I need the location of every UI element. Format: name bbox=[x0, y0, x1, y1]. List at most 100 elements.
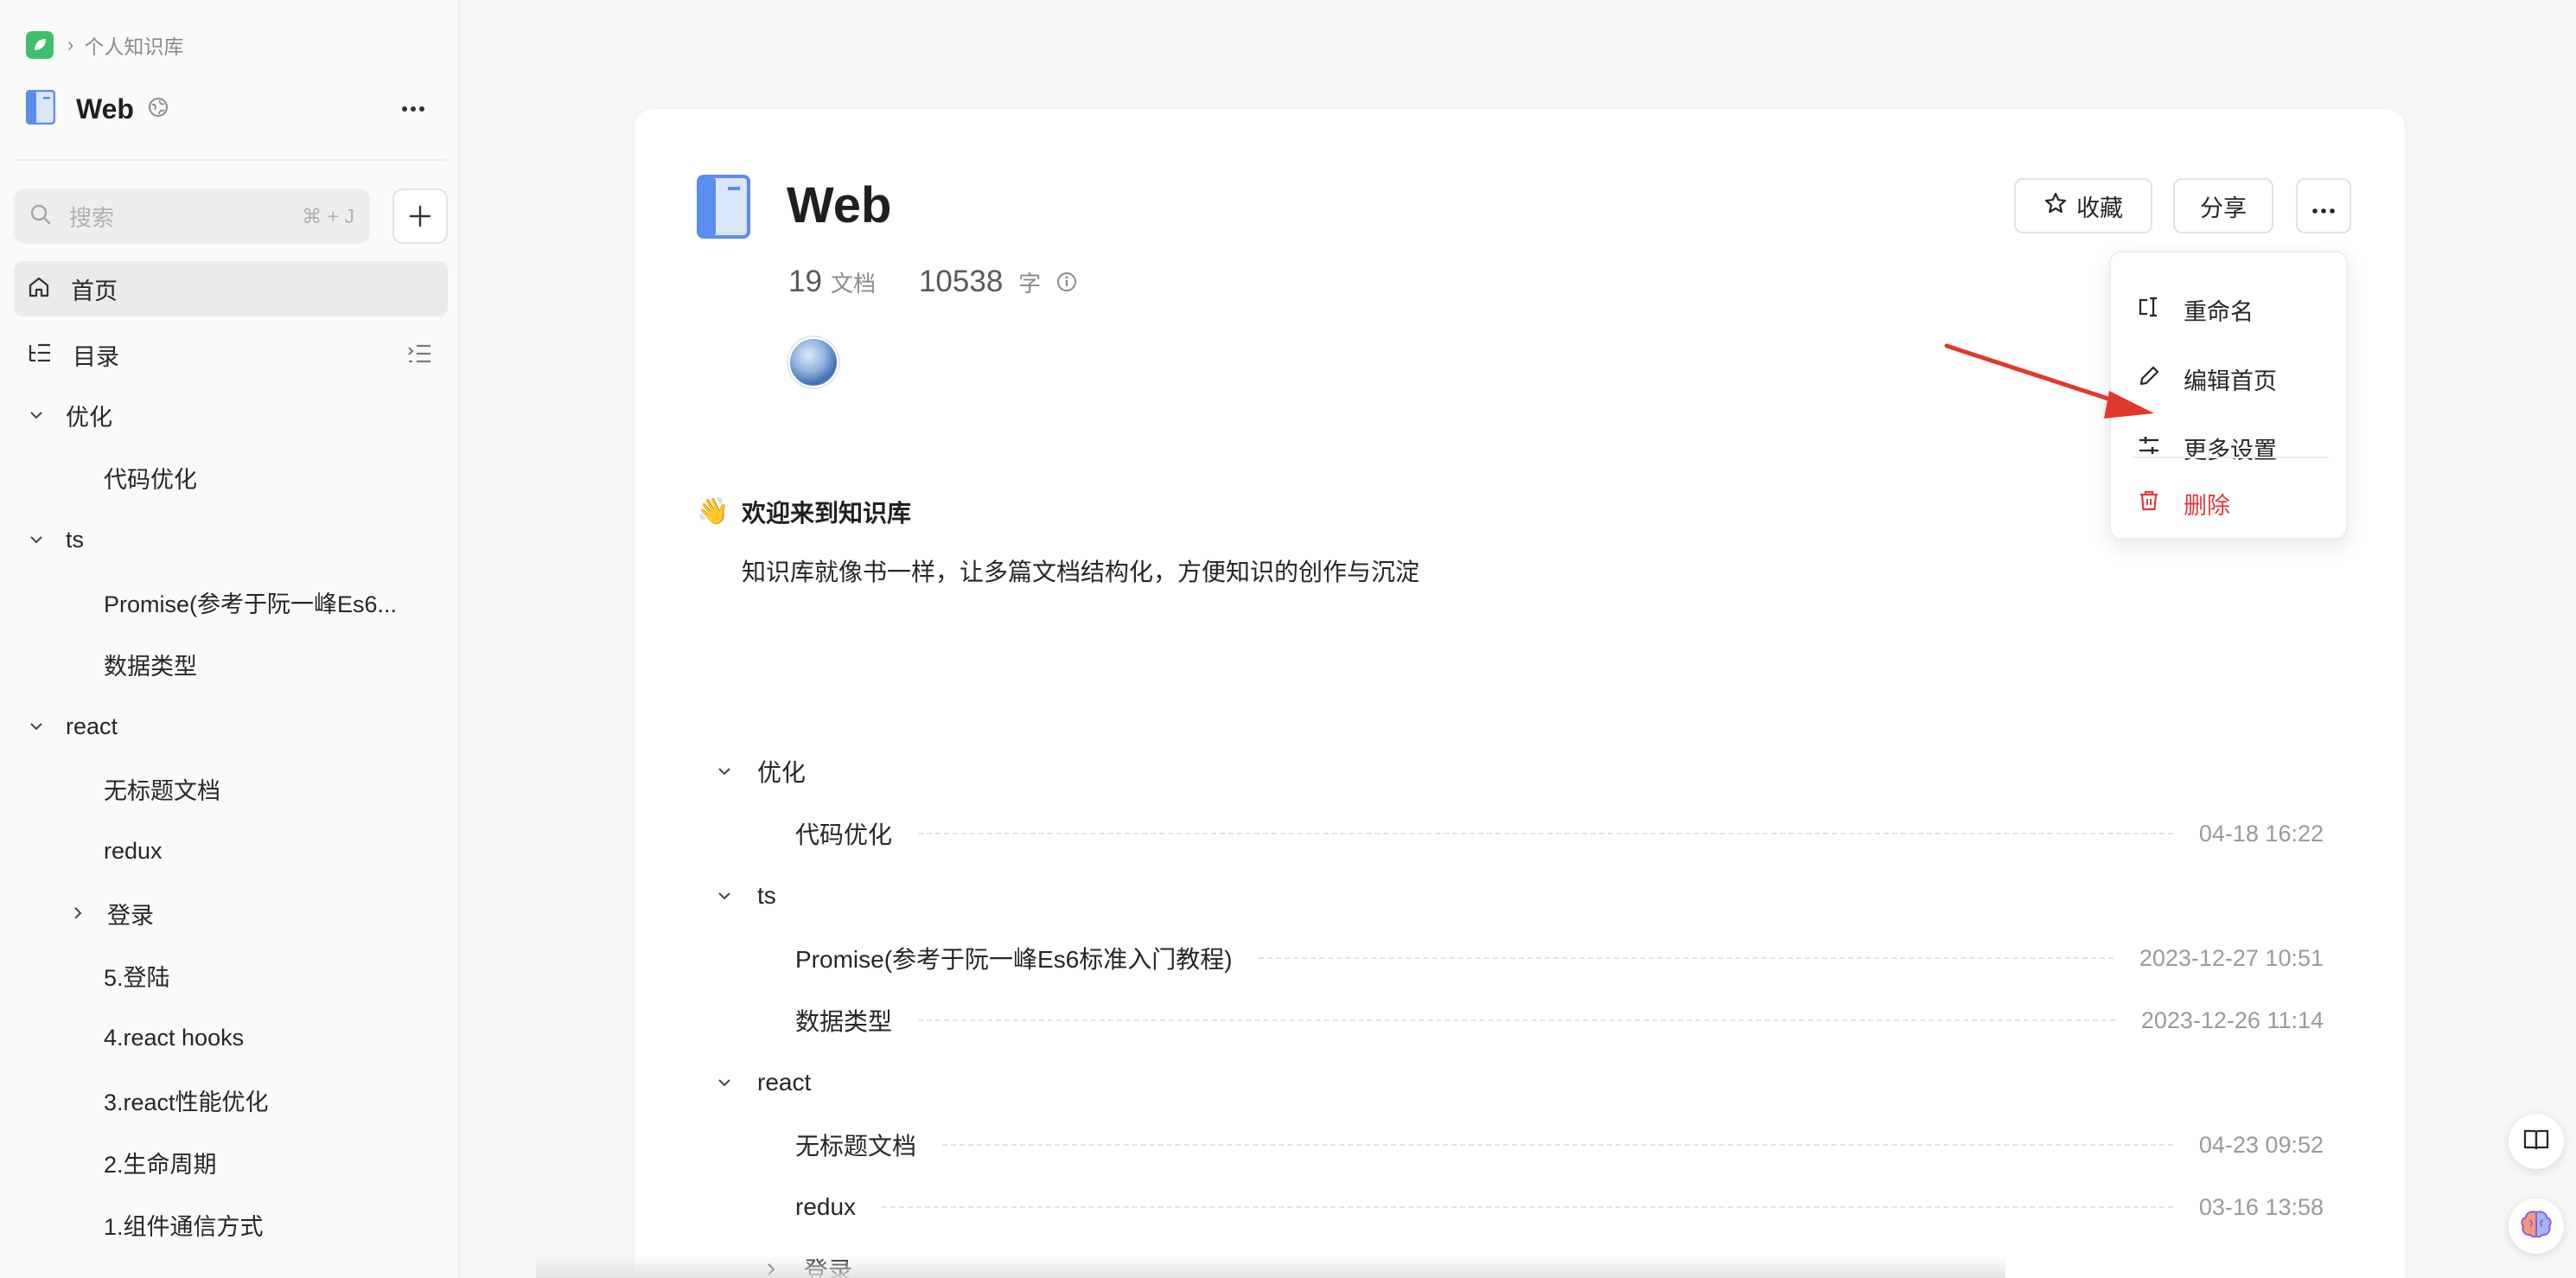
toc-leader bbox=[942, 1144, 2173, 1146]
toc-row[interactable]: 代码优化 04-18 16:22 bbox=[795, 811, 2324, 856]
kb-header: Web bbox=[25, 89, 437, 129]
toc-group-react[interactable]: react bbox=[714, 1060, 811, 1105]
tree-doc[interactable]: 2.生命周期 bbox=[104, 1138, 217, 1186]
toc-group-ts[interactable]: ts bbox=[714, 873, 776, 918]
menu-item-delete[interactable]: 删除 bbox=[2111, 477, 2346, 529]
globe-icon bbox=[148, 97, 169, 122]
kb-stats: 19 文档 10538 字 bbox=[788, 263, 1077, 301]
tree-doc[interactable]: redux bbox=[104, 827, 163, 875]
tree-group-ts[interactable]: ts bbox=[26, 515, 84, 564]
toc-doc-time: 03-16 13:58 bbox=[2198, 1193, 2324, 1220]
toc-group-label: 优化 bbox=[757, 759, 807, 786]
brain-icon bbox=[2519, 1209, 2554, 1244]
tree-label: 代码优化 bbox=[104, 466, 197, 493]
toc-leader bbox=[918, 1019, 2115, 1021]
toc-doc-title: Promise(参考于阮一峰Es6标准入门教程) bbox=[795, 946, 1233, 973]
tree-doc[interactable]: 代码优化 bbox=[104, 453, 197, 502]
book-icon bbox=[697, 175, 750, 243]
toc-group-label: react bbox=[757, 1069, 812, 1096]
more-options-icon[interactable] bbox=[396, 90, 430, 128]
menu-item-label: 编辑首页 bbox=[2184, 367, 2277, 394]
toc-group-optimize[interactable]: 优化 bbox=[714, 749, 806, 794]
tree-doc[interactable]: Promise(参考于阮一峰Es6... bbox=[104, 578, 397, 626]
tree-doc[interactable]: 无标题文档 bbox=[104, 764, 220, 813]
tree-doc[interactable]: 1.组件通信方式 bbox=[104, 1200, 264, 1249]
toc-row[interactable]: Promise(参考于阮一峰Es6标准入门教程) 2023-12-27 10:5… bbox=[795, 936, 2324, 981]
tree-label: redux bbox=[104, 837, 163, 864]
tree-doc[interactable]: 5.登陆 bbox=[104, 951, 170, 1000]
tree-group-react[interactable]: react bbox=[26, 702, 118, 751]
star-icon bbox=[2044, 191, 2068, 221]
sidebar-item-toc[interactable]: 目录 bbox=[14, 327, 448, 382]
toc-leader bbox=[1258, 957, 2114, 959]
tree-doc[interactable]: 数据类型 bbox=[104, 640, 197, 688]
toc-row[interactable]: redux 03-16 13:58 bbox=[795, 1185, 2324, 1230]
chevron-right-icon: › bbox=[67, 34, 74, 55]
breadcrumb-link[interactable]: 个人知识库 bbox=[84, 30, 183, 60]
menu-divider bbox=[2132, 457, 2329, 458]
toc-doc-time: 2023-12-26 11:14 bbox=[2140, 1006, 2324, 1033]
menu-item-rename[interactable]: 重命名 bbox=[2111, 284, 2346, 335]
toc-doc-title: 无标题文档 bbox=[795, 1133, 917, 1160]
reader-mode-button[interactable] bbox=[2509, 1114, 2564, 1169]
favorite-label: 收藏 bbox=[2076, 195, 2123, 221]
chevron-down-icon[interactable] bbox=[714, 1072, 735, 1093]
share-button[interactable]: 分享 bbox=[2173, 178, 2273, 233]
search-input[interactable]: 搜索 ⌘ + J bbox=[14, 189, 370, 244]
tree-group-optimize[interactable]: 优化 bbox=[26, 391, 112, 439]
ai-assistant-button[interactable] bbox=[2509, 1198, 2564, 1254]
welcome-description: 知识库就像书一样，让多篇文档结构化，方便知识的创作与沉淀 bbox=[742, 559, 1420, 585]
chevron-down-icon[interactable] bbox=[26, 405, 47, 425]
toc-doc-title: 数据类型 bbox=[795, 1008, 893, 1035]
rename-icon bbox=[2137, 295, 2161, 325]
toc-row[interactable]: 数据类型 2023-12-26 11:14 bbox=[795, 998, 2324, 1043]
kb-title: Web bbox=[76, 93, 134, 125]
share-label: 分享 bbox=[2200, 195, 2247, 221]
tree-label: react bbox=[66, 712, 118, 739]
book-icon bbox=[25, 89, 56, 129]
tree-label: 登录 bbox=[107, 902, 154, 929]
menu-item-more-settings[interactable]: 更多设置 bbox=[2111, 422, 2346, 474]
app-logo-icon[interactable] bbox=[26, 31, 54, 59]
chevron-right-icon[interactable] bbox=[67, 903, 88, 923]
toc-doc-time: 04-18 16:22 bbox=[2198, 820, 2324, 847]
wave-emoji: 👋 bbox=[697, 497, 730, 526]
tree-folder-login[interactable]: 登录 bbox=[67, 889, 154, 937]
word-count-unit: 字 bbox=[1018, 270, 1042, 297]
tree-label: 5.登陆 bbox=[104, 964, 170, 991]
more-horizontal-icon bbox=[2312, 193, 2335, 220]
sidebar-item-home[interactable]: 首页 bbox=[14, 261, 448, 316]
toc-row[interactable]: 无标题文档 04-23 09:52 bbox=[795, 1122, 2324, 1167]
welcome-title: 欢迎来到知识库 bbox=[742, 500, 912, 527]
more-button[interactable] bbox=[2296, 178, 2351, 233]
settings-sliders-icon bbox=[2137, 433, 2161, 463]
avatar[interactable] bbox=[788, 337, 838, 387]
chevron-down-icon[interactable] bbox=[714, 761, 735, 782]
collapse-list-icon[interactable] bbox=[406, 342, 432, 369]
sidebar-item-label: 首页 bbox=[71, 278, 118, 304]
chevron-down-icon[interactable] bbox=[714, 885, 735, 906]
toc-group-label: ts bbox=[757, 882, 776, 909]
divider bbox=[14, 159, 446, 161]
chevron-down-icon[interactable] bbox=[26, 529, 47, 550]
tree-label: 3.react性能优化 bbox=[104, 1089, 269, 1115]
page-title: Web bbox=[787, 177, 892, 233]
chevron-down-icon[interactable] bbox=[26, 716, 47, 737]
favorite-button[interactable]: 收藏 bbox=[2014, 178, 2152, 233]
breadcrumb: › 个人知识库 bbox=[26, 31, 183, 59]
doc-count-unit: 文档 bbox=[830, 270, 876, 297]
tree-label: 数据类型 bbox=[104, 653, 197, 680]
search-placeholder: 搜索 bbox=[69, 204, 115, 231]
info-icon[interactable] bbox=[1056, 272, 1077, 292]
sidebar: › 个人知识库 Web 搜索 ⌘ + J 首页 目录 优化 代码优化 ts Pr… bbox=[0, 0, 460, 1278]
doc-count: 19 bbox=[788, 265, 822, 298]
search-shortcut: ⌘ + J bbox=[302, 204, 354, 227]
word-count: 10538 bbox=[918, 265, 1004, 298]
toc-icon bbox=[28, 342, 52, 368]
tree-doc[interactable]: 4.react hooks bbox=[104, 1013, 244, 1062]
sidebar-item-label: 目录 bbox=[73, 343, 119, 370]
trash-icon bbox=[2137, 489, 2161, 519]
tree-doc[interactable]: 3.react性能优化 bbox=[104, 1076, 269, 1124]
add-button[interactable] bbox=[392, 189, 448, 244]
menu-item-label: 删除 bbox=[2184, 492, 2230, 519]
